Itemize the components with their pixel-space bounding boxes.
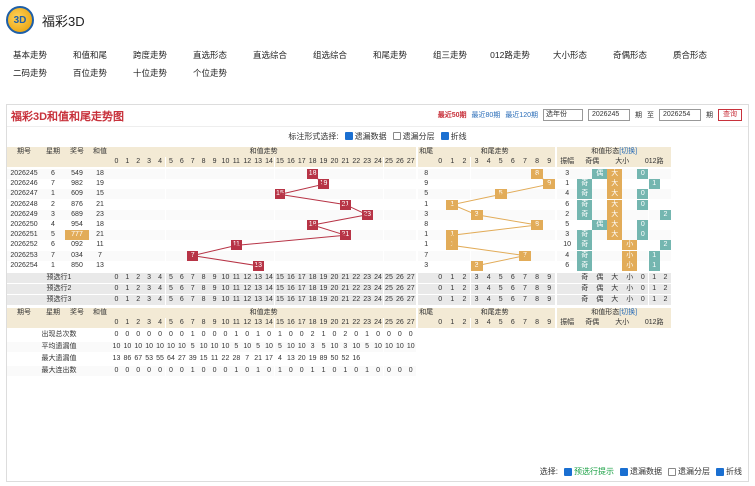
foot-opt-a[interactable]: 预选行提示 xyxy=(564,466,614,477)
nav-item[interactable]: 跨度走势 xyxy=(120,49,180,61)
nav-item[interactable]: 奇偶形态 xyxy=(600,49,660,61)
nav-item[interactable]: 十位走势 xyxy=(120,67,180,79)
nav-item[interactable]: 012路走势 xyxy=(480,49,540,61)
nav-item[interactable]: 和值和尾 xyxy=(60,49,120,61)
foot-opt-c[interactable]: 遗漏分层 xyxy=(668,466,710,477)
nav-menu: 基本走势 和值和尾 跨度走势 直选形态 直选综合 组选综合 和尾走势 组三走势 012路走势 大小… xyxy=(0,40,755,82)
nav-item[interactable]: 个位走势 xyxy=(180,67,240,79)
nav-item[interactable]: 组选综合 xyxy=(300,49,360,61)
nav-item[interactable]: 组三走势 xyxy=(420,49,480,61)
nav-item[interactable]: 质合形态 xyxy=(660,49,720,61)
foot-opt-b[interactable]: 遗漏数据 xyxy=(620,466,662,477)
checkbox-icon[interactable] xyxy=(716,467,724,476)
checkbox-icon[interactable] xyxy=(564,467,572,476)
nav-item[interactable]: 大小形态 xyxy=(540,49,600,61)
logo[interactable]: 3D xyxy=(6,6,34,34)
foot-opt-d[interactable]: 折线 xyxy=(716,466,742,477)
trend-panel: 福彩3D和值和尾走势图 最近50期 最近80期 最近120期 选年份 20262… xyxy=(6,104,749,482)
trend-polyline xyxy=(192,173,369,267)
nav-item[interactable]: 直选综合 xyxy=(240,49,300,61)
nav-item[interactable]: 基本走势 xyxy=(0,49,60,61)
trend-polyline xyxy=(450,173,551,267)
trend-lines xyxy=(192,173,551,267)
nav-item[interactable]: 直选形态 xyxy=(180,49,240,61)
footer-label: 选择: xyxy=(539,467,558,476)
nav-item[interactable]: 和尾走势 xyxy=(360,49,420,61)
site-title: 福彩3D xyxy=(42,13,85,29)
site-header: 3D 福彩3D xyxy=(0,0,755,40)
nav-item[interactable]: 二码走势 xyxy=(0,67,60,79)
footer-options: 选择: 预选行提示 遗漏数据 遗漏分层 折线 xyxy=(540,466,742,477)
checkbox-icon[interactable] xyxy=(620,467,628,476)
checkbox-icon[interactable] xyxy=(668,467,676,476)
nav-item[interactable]: 百位走势 xyxy=(60,67,120,79)
